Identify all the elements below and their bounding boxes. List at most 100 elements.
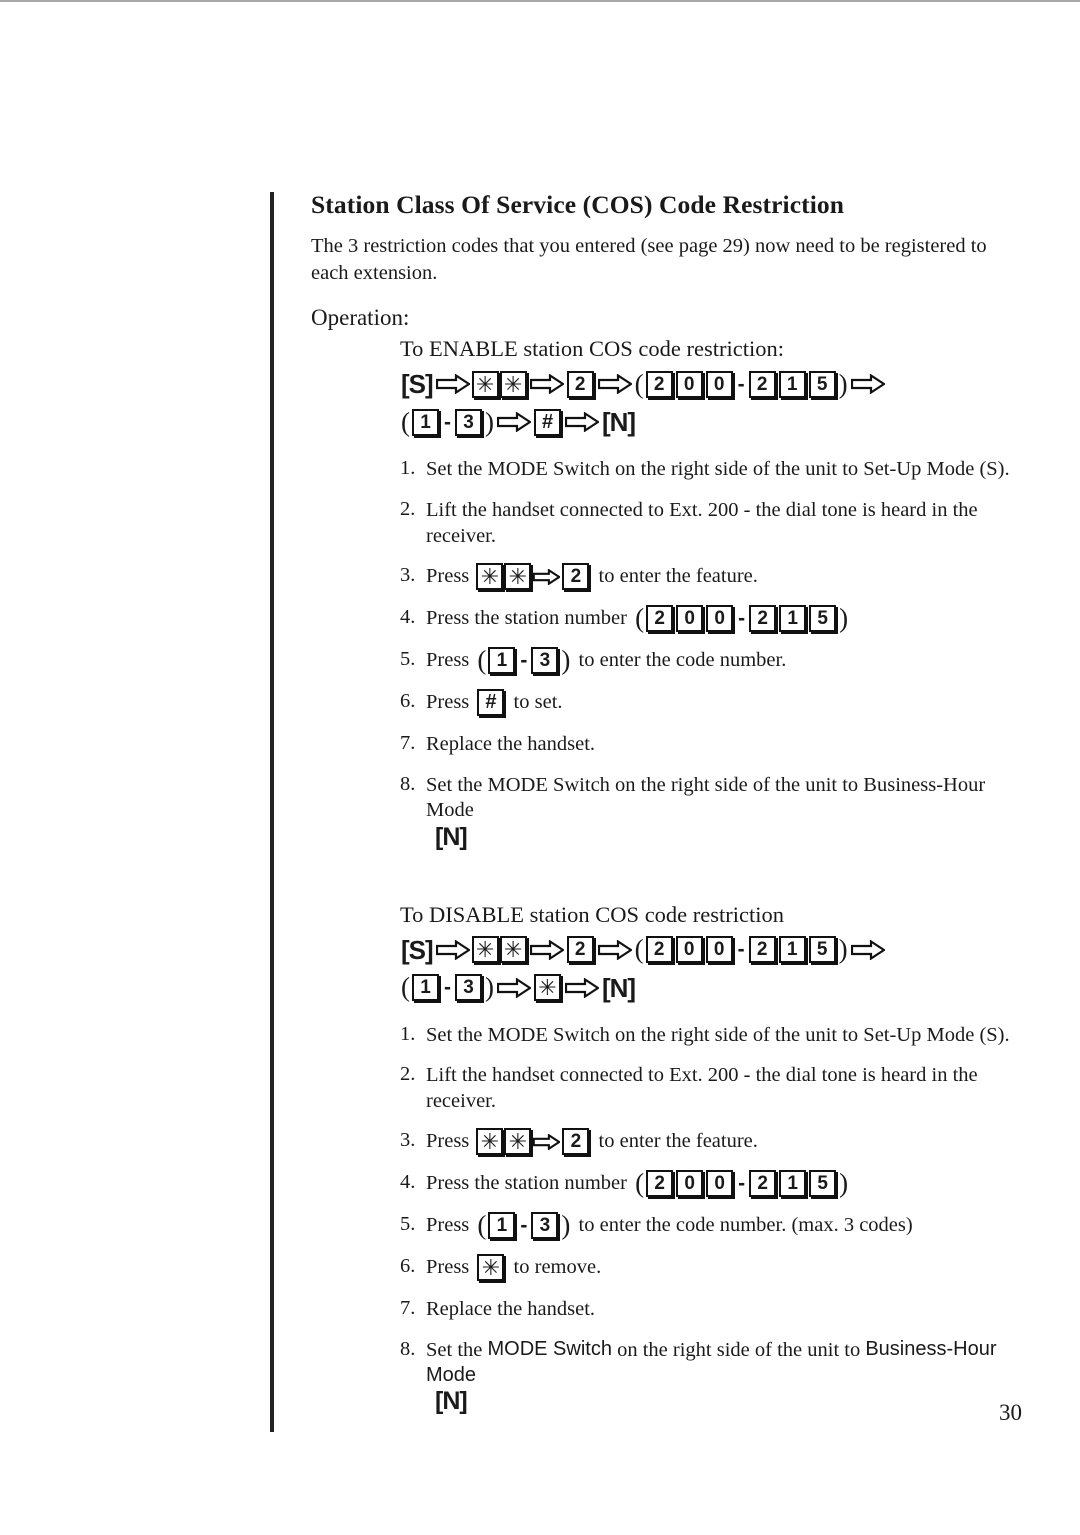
list-item: 1. Set the MODE Switch on the right side…	[400, 456, 1011, 482]
key-code-from: 1	[488, 647, 516, 675]
list-item: 3. Press ✳ ✳ 2 to enter the feature.	[400, 563, 1011, 591]
key-station-to-2: 5	[809, 1170, 837, 1198]
list-item: 3. Press ✳ ✳ 2 to enter the feature.	[400, 1128, 1011, 1156]
paren-open: (	[401, 406, 410, 437]
key-hash: #	[534, 408, 561, 436]
disable-section: To DISABLE station COS code restriction …	[400, 901, 1011, 1416]
arrow-right-icon	[497, 412, 531, 433]
key-station-to-1: 1	[779, 1170, 807, 1198]
step-number: 1.	[400, 1022, 416, 1045]
key-station-to-2: 5	[809, 605, 837, 633]
step-text: Set the MODE Switch on the right side of…	[426, 458, 1010, 481]
step-text-pre: Press	[426, 565, 470, 588]
step-text-post: to enter the feature.	[598, 1130, 758, 1153]
arrow-right-icon	[565, 412, 599, 433]
key-station-from-2: 0	[705, 370, 733, 398]
key-feature-2: 2	[566, 370, 594, 398]
key-station-from-2: 0	[706, 1170, 734, 1198]
page-title: Station Class Of Service (COS) Code Rest…	[311, 190, 845, 219]
key-station-to-1: 1	[779, 605, 807, 633]
key-code-from: 1	[488, 1212, 516, 1240]
paren-close: )	[839, 603, 849, 634]
range-dash: -	[737, 938, 745, 962]
step-number: 6.	[400, 1255, 416, 1278]
list-item: 5. Press ( 1 - 3 ) to enter the code num…	[400, 645, 1011, 676]
paren-close: )	[838, 368, 848, 399]
step-number: 7.	[400, 1297, 416, 1320]
key-station-from-1: 0	[676, 1170, 704, 1198]
paren-open: (	[635, 1168, 645, 1199]
key-code-to: 3	[531, 647, 559, 675]
disable-steps-list: 1. Set the MODE Switch on the right side…	[400, 1022, 1011, 1416]
key-station-to-0: 2	[749, 605, 777, 633]
step-number: 2.	[400, 1063, 416, 1086]
disable-sequence-row-2: ( 1 - 3 ) ✳ [N]	[400, 970, 1011, 1006]
key-station-from-2: 0	[706, 605, 734, 633]
arrow-right-icon	[435, 374, 470, 395]
key-feature-2: 2	[562, 1128, 590, 1156]
enable-heading: To ENABLE station COS code restriction:	[400, 336, 784, 362]
list-item: 6. Press ✳ to remove.	[400, 1254, 1011, 1282]
range-dash: -	[444, 976, 451, 1000]
key-station-from-2: 0	[705, 936, 733, 964]
key-star-1: ✳	[471, 936, 499, 964]
step-text-a: Set the	[426, 1338, 488, 1361]
step-number: 4.	[400, 1171, 416, 1194]
key-star-remove: ✳	[534, 974, 561, 1002]
disable-heading: To DISABLE station COS code restriction	[400, 901, 785, 927]
disable-sequence-row-1: [S] ✳ ✳ 2 ( 2 0 0 - 2 1 5)	[400, 932, 1011, 968]
paren-open: (	[635, 603, 645, 634]
step-text-pre: Press	[426, 691, 470, 714]
step-number: 6.	[400, 690, 416, 713]
step-text-pre: Press	[426, 1214, 470, 1237]
paren-close: )	[485, 406, 494, 437]
station-range-inline: ( 2 0 0 - 2 1 5 )	[634, 1168, 849, 1199]
key-star-2: ✳	[499, 936, 527, 964]
step-text: Lift the handset connected to Ext. 200 -…	[426, 498, 978, 547]
code-range-inline: ( 1 - 3 )	[476, 645, 571, 676]
step-text-post: to enter the code number. (max. 3 codes)	[578, 1214, 913, 1237]
step-text-pre: Press	[426, 1130, 470, 1153]
key-feature-2: 2	[562, 563, 590, 591]
step-text-post: to enter the code number.	[578, 649, 787, 672]
step-number: 5.	[400, 648, 416, 671]
enable-section: To ENABLE station COS code restriction: …	[400, 335, 1011, 851]
step-text-pre: Press	[426, 649, 470, 672]
list-item: 1. Set the MODE Switch on the right side…	[400, 1022, 1011, 1048]
key-code-to: 3	[455, 974, 482, 1002]
range-dash: -	[444, 410, 451, 434]
mode-token-business: [N]	[435, 822, 468, 851]
step-text: Replace the handset.	[426, 733, 596, 756]
key-station-to-2: 5	[808, 936, 836, 964]
arrow-right-icon	[565, 977, 599, 998]
key-inline: ✳	[476, 1254, 506, 1282]
key-star-2: ✳	[504, 1128, 532, 1156]
range-dash: -	[738, 1172, 746, 1196]
paren-open: (	[634, 368, 644, 399]
key-station-to-2: 5	[808, 370, 836, 398]
paren-close: )	[485, 972, 494, 1003]
range-dash: -	[520, 1214, 528, 1238]
key-star-1: ✳	[476, 1128, 504, 1156]
key-star-1: ✳	[476, 563, 504, 591]
step-text: Lift the handset connected to Ext. 200 -…	[426, 1064, 978, 1112]
paren-close: )	[839, 1168, 849, 1199]
key-station-from-0: 2	[645, 370, 673, 398]
list-item: 8. Set the MODE Switch on the right side…	[400, 772, 1011, 852]
key-station-from-0: 2	[646, 1170, 674, 1198]
step-text-pre: Press the station number	[426, 607, 627, 630]
step-text-post: to set.	[513, 691, 563, 714]
step-number: 4.	[400, 606, 416, 629]
paren-open: (	[477, 645, 487, 676]
key-station-to-0: 2	[749, 1170, 777, 1198]
key-star-1: ✳	[471, 370, 499, 398]
enable-steps-list: 1. Set the MODE Switch on the right side…	[400, 456, 1011, 851]
mode-token-setup: [S]	[401, 369, 434, 400]
step-number: 8.	[400, 772, 416, 795]
list-item: 7. Replace the handset.	[400, 731, 1011, 757]
key-code-from: 1	[412, 408, 439, 436]
list-item: 6. Press # to set.	[400, 689, 1011, 717]
step-emphasis-mode-switch: MODE Switch	[487, 1337, 612, 1360]
paren-close: )	[561, 645, 571, 676]
